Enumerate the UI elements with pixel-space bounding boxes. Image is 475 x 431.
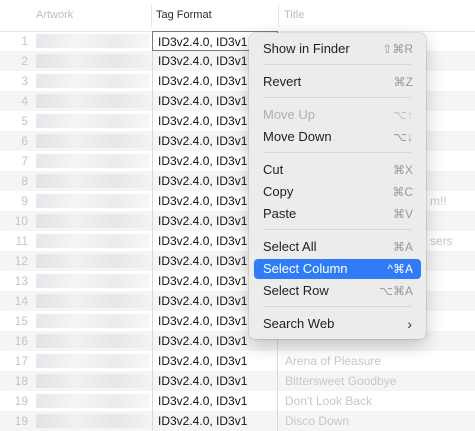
artwork-thumbnail <box>36 334 150 348</box>
column-divider[interactable] <box>278 5 279 27</box>
title-cell[interactable]: Don't Look Back <box>285 394 372 408</box>
menu-item-label: Select All <box>263 239 317 254</box>
tag-format-cell[interactable]: ID3v2.4.0, ID3v1 <box>152 371 278 391</box>
menu-item-shortcut: ⌘V <box>392 207 413 221</box>
artwork-thumbnail <box>36 234 150 248</box>
title-cell[interactable]: Disco Down <box>285 414 349 428</box>
row-number: 7 <box>21 154 28 168</box>
column-divider[interactable] <box>151 5 152 27</box>
menu-item-revert[interactable]: Revert ⌘Z <box>254 72 421 92</box>
artwork-thumbnail <box>36 294 150 308</box>
table-row[interactable]: 19 ID3v2.4.0, ID3v1 Disco Down <box>0 411 475 431</box>
tag-format-cell[interactable]: ID3v2.4.0, ID3v1 <box>152 351 278 371</box>
row-number: 14 <box>14 294 28 308</box>
menu-item-label: Cut <box>263 162 284 177</box>
row-number: 2 <box>21 54 28 68</box>
menu-item-cut[interactable]: Cut ⌘X <box>254 160 421 180</box>
row-number: 15 <box>14 314 28 328</box>
menu-item-copy[interactable]: Copy ⌘C <box>254 182 421 202</box>
row-number: 18 <box>14 374 28 388</box>
chevron-right-icon: › <box>407 316 412 332</box>
row-number: 12 <box>14 254 28 268</box>
menu-item-move-down[interactable]: Move Down ⌥↓ <box>254 127 421 147</box>
menu-separator <box>263 306 411 307</box>
menu-item-label: Show in Finder <box>263 41 350 56</box>
tag-format-cell[interactable]: ID3v2.4.0, ID3v1 <box>152 411 278 431</box>
artwork-thumbnail <box>36 354 150 368</box>
menu-item-shortcut: ⌘X <box>392 163 413 177</box>
menu-item-label: Paste <box>263 206 297 221</box>
row-number: 19 <box>14 394 28 408</box>
artwork-thumbnail <box>36 94 150 108</box>
menu-separator <box>263 152 411 153</box>
menu-item-shortcut: ⌘Z <box>393 75 413 89</box>
row-number: 4 <box>21 94 28 108</box>
artwork-thumbnail <box>36 414 150 428</box>
menu-separator <box>263 229 411 230</box>
menu-item-label: Copy <box>263 184 294 199</box>
menu-item-move-up: Move Up ⌥↑ <box>254 105 421 125</box>
artwork-thumbnail <box>36 114 150 128</box>
menu-item-select-row[interactable]: Select Row ⌥⌘A <box>254 281 421 301</box>
row-number: 16 <box>14 334 28 348</box>
title-cell[interactable]: Arena of Pleasure <box>285 354 381 368</box>
table-row[interactable]: 17 ID3v2.4.0, ID3v1 Arena of Pleasure <box>0 351 475 371</box>
artwork-thumbnail <box>36 134 150 148</box>
artwork-thumbnail <box>36 274 150 288</box>
artwork-thumbnail <box>36 374 150 388</box>
menu-item-shortcut: ⌥⌘A <box>379 284 413 298</box>
artwork-thumbnail <box>36 174 150 188</box>
menu-item-show-in-finder[interactable]: Show in Finder ⇧⌘R <box>254 39 421 59</box>
menu-item-shortcut: ⌥↓ <box>393 130 413 144</box>
menu-item-label: Select Row <box>263 283 329 298</box>
menu-item-label: Move Down <box>263 129 332 144</box>
artwork-thumbnail <box>36 394 150 408</box>
row-number: 17 <box>14 354 28 368</box>
menu-item-shortcut: ⌥↑ <box>393 108 413 122</box>
row-number: 5 <box>21 114 28 128</box>
context-menu: Show in Finder ⇧⌘R Revert ⌘Z Move Up ⌥↑ … <box>249 33 426 339</box>
tag-format-cell[interactable]: ID3v2.4.0, ID3v1 <box>152 391 278 411</box>
row-number: 11 <box>15 234 28 248</box>
row-number: 9 <box>21 194 28 208</box>
column-header-title[interactable]: Title <box>284 9 304 21</box>
artwork-thumbnail <box>36 34 150 48</box>
menu-item-label: Select Column <box>263 261 348 276</box>
title-cell[interactable]: m!! <box>430 194 447 208</box>
menu-item-shortcut: ⌘A <box>392 240 413 254</box>
table-row[interactable]: 18 ID3v2.4.0, ID3v1 Bittersweet Goodbye <box>0 371 475 391</box>
row-number: 6 <box>21 134 28 148</box>
artwork-thumbnail <box>36 74 150 88</box>
artwork-thumbnail <box>36 314 150 328</box>
menu-item-select-all[interactable]: Select All ⌘A <box>254 237 421 257</box>
menu-item-search-web[interactable]: Search Web › <box>254 314 421 334</box>
menu-item-label: Revert <box>263 74 302 89</box>
table-row[interactable]: 19 ID3v2.4.0, ID3v1 Don't Look Back <box>0 391 475 411</box>
artwork-thumbnail <box>36 194 150 208</box>
column-header-tag-format[interactable]: Tag Format <box>156 9 212 21</box>
menu-item-label: Move Up <box>263 107 316 122</box>
row-number: 3 <box>21 74 28 88</box>
row-number: 10 <box>14 214 28 228</box>
menu-item-label: Search Web <box>263 316 335 331</box>
artwork-thumbnail <box>36 154 150 168</box>
row-number: 13 <box>14 274 28 288</box>
menu-item-select-column[interactable]: Select Column ^⌘A <box>254 259 421 279</box>
column-header-artwork[interactable]: Artwork <box>36 9 73 21</box>
menu-item-shortcut: ^⌘A <box>387 262 413 276</box>
menu-item-shortcut: ⌘C <box>392 185 413 199</box>
row-number: 1 <box>21 34 28 48</box>
menu-separator <box>263 97 411 98</box>
row-number: 8 <box>21 174 28 188</box>
artwork-thumbnail <box>36 54 150 68</box>
artwork-thumbnail <box>36 214 150 228</box>
artwork-thumbnail <box>36 254 150 268</box>
menu-item-paste[interactable]: Paste ⌘V <box>254 204 421 224</box>
title-cell[interactable]: sers <box>430 234 453 248</box>
row-number: 19 <box>14 414 28 428</box>
menu-separator <box>263 64 411 65</box>
title-cell[interactable]: Bittersweet Goodbye <box>285 374 396 388</box>
table-header: Artwork Tag Format Title <box>0 0 475 32</box>
menu-item-shortcut: ⇧⌘R <box>382 42 413 56</box>
